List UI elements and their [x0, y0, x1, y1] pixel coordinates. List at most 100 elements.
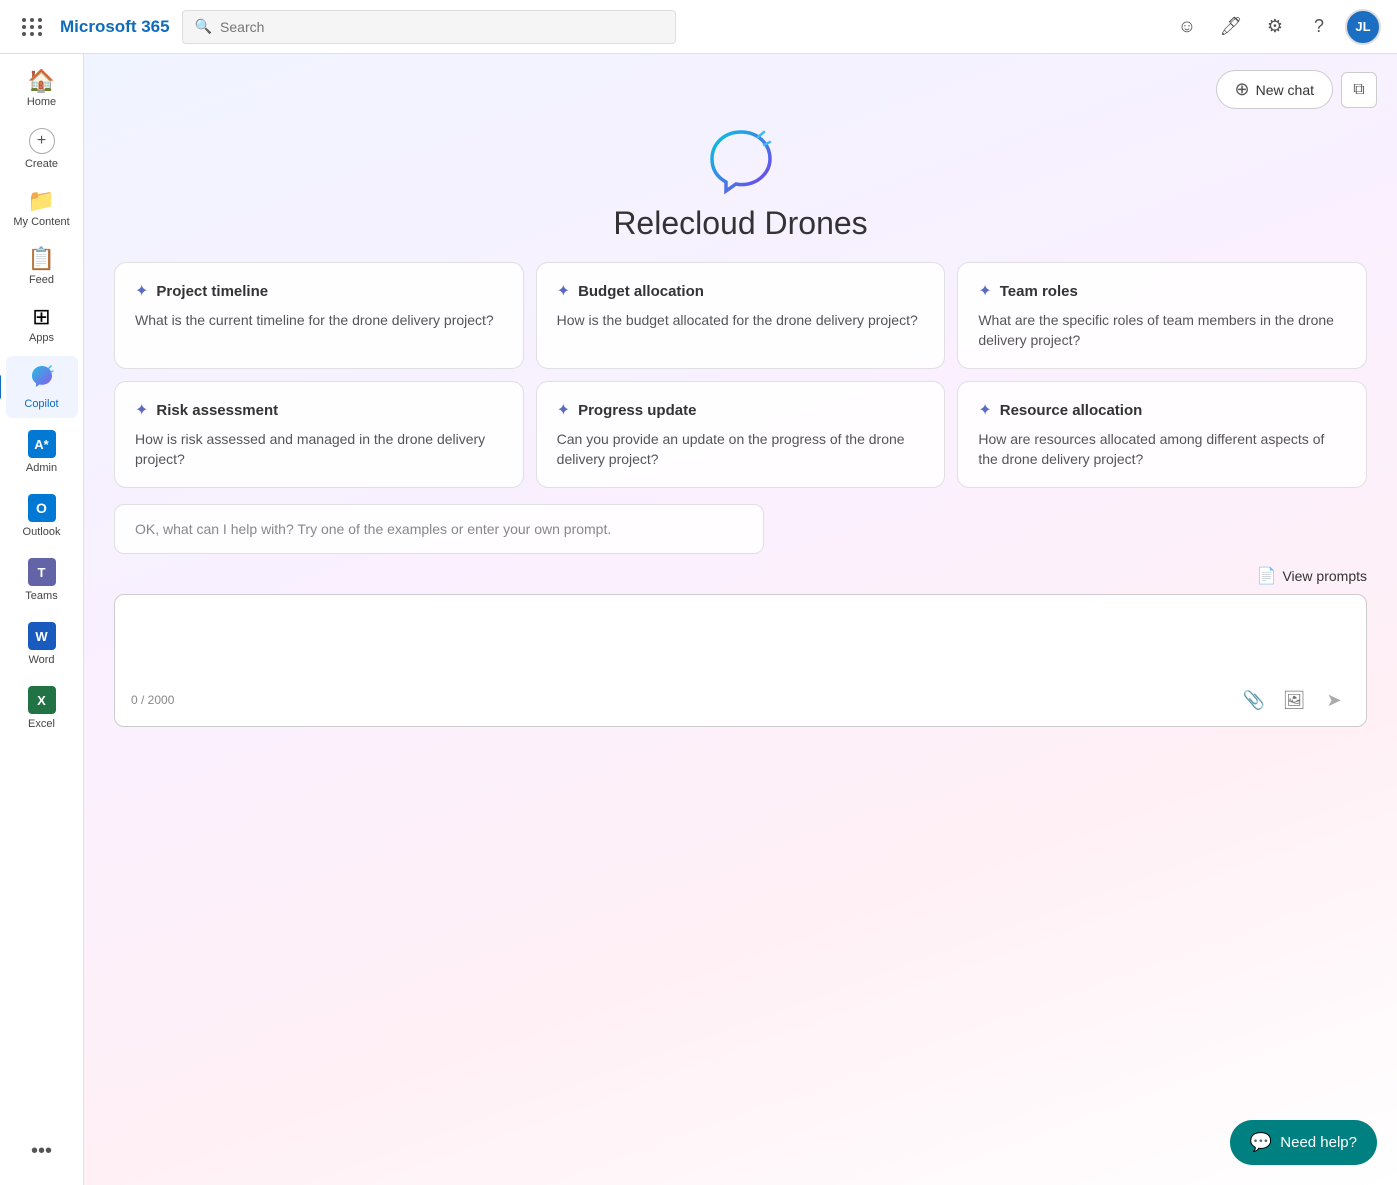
sidebar-item-word[interactable]: W Word — [6, 614, 78, 674]
search-bar[interactable]: 🔍 — [182, 10, 677, 44]
magic-icon: ✦ — [978, 281, 991, 301]
more-icon: ••• — [31, 1141, 52, 1161]
topbar-actions: ☺ 🖊 ⚙ ? JL — [1169, 9, 1381, 45]
card-resource-allocation[interactable]: ✦ Resource allocation How are resources … — [957, 381, 1367, 488]
teams-icon: T — [28, 558, 56, 586]
card-header: ✦ Project timeline — [135, 281, 503, 301]
card-body: How are resources allocated among differ… — [978, 430, 1346, 469]
chat-input-footer: 0 / 2000 📎 🖼 ➤ — [131, 684, 1350, 716]
sidebar-label-my-content: My Content — [13, 216, 69, 228]
sidebar-item-home[interactable]: 🏠 Home — [6, 62, 78, 116]
card-body: How is the budget allocated for the dron… — [557, 311, 925, 331]
sidebar-item-apps[interactable]: ⊞ Apps — [6, 298, 78, 352]
card-body: How is risk assessed and managed in the … — [135, 430, 503, 469]
brand-name: Microsoft 365 — [60, 17, 170, 37]
sidebar: 🏠 Home + Create 📁 My Content 📋 Feed ⊞ Ap… — [0, 54, 84, 1185]
chat-actions: 📎 🖼 ➤ — [1238, 684, 1350, 716]
sidebar-item-copilot[interactable]: Copilot — [6, 356, 78, 418]
card-title: Resource allocation — [1000, 402, 1143, 419]
outlook-icon: O — [28, 494, 56, 522]
sidebar-label-home: Home — [27, 96, 56, 108]
new-chat-label: New chat — [1256, 82, 1314, 98]
prompt-area: OK, what can I help with? Try one of the… — [84, 488, 1397, 562]
emoji-button[interactable]: ☺ — [1169, 9, 1205, 45]
main-layout: 🏠 Home + Create 📁 My Content 📋 Feed ⊞ Ap… — [0, 54, 1397, 1185]
sidebar-item-admin[interactable]: A* Admin — [6, 422, 78, 482]
need-help-label: Need help? — [1280, 1134, 1357, 1151]
chat-input[interactable] — [131, 611, 1350, 671]
need-help-button[interactable]: 💬 Need help? — [1230, 1120, 1377, 1165]
sidebar-more[interactable]: ••• — [6, 1133, 78, 1169]
card-header: ✦ Team roles — [978, 281, 1346, 301]
send-button[interactable]: ➤ — [1318, 684, 1350, 716]
prompt-suggestion: OK, what can I help with? Try one of the… — [114, 504, 764, 554]
card-team-roles[interactable]: ✦ Team roles What are the specific roles… — [957, 262, 1367, 369]
search-input[interactable] — [220, 19, 663, 35]
card-header: ✦ Risk assessment — [135, 400, 503, 420]
sidebar-label-excel: Excel — [28, 718, 55, 730]
image-button[interactable]: 🖼 — [1278, 684, 1310, 716]
apps-icon: ⊞ — [32, 306, 50, 328]
sidebar-label-create: Create — [25, 158, 58, 170]
card-body: Can you provide an update on the progres… — [557, 430, 925, 469]
copilot-icon — [29, 364, 55, 394]
new-chat-plus-icon: ⊕ — [1235, 79, 1250, 100]
avatar[interactable]: JL — [1345, 9, 1381, 45]
sidebar-item-feed[interactable]: 📋 Feed — [6, 240, 78, 294]
card-risk-assessment[interactable]: ✦ Risk assessment How is risk assessed a… — [114, 381, 524, 488]
content-topbar: ⊕ New chat ⧉ — [84, 54, 1397, 117]
card-title: Team roles — [1000, 283, 1078, 300]
char-count: 0 / 2000 — [131, 693, 174, 707]
magic-icon: ✦ — [557, 400, 570, 420]
topbar: Microsoft 365 🔍 ☺ 🖊 ⚙ ? JL — [0, 0, 1397, 54]
card-header: ✦ Budget allocation — [557, 281, 925, 301]
card-progress-update[interactable]: ✦ Progress update Can you provide an upd… — [536, 381, 946, 488]
sidebar-item-excel[interactable]: X Excel — [6, 678, 78, 738]
sidebar-label-teams: Teams — [25, 590, 57, 602]
card-project-timeline[interactable]: ✦ Project timeline What is the current t… — [114, 262, 524, 369]
card-body: What are the specific roles of team memb… — [978, 311, 1346, 350]
grid-icon[interactable] — [16, 18, 48, 36]
view-prompts[interactable]: 📄 View prompts — [84, 562, 1397, 594]
card-header: ✦ Resource allocation — [978, 400, 1346, 420]
expand-button[interactable]: ⧉ — [1341, 72, 1377, 108]
hero-copilot-icon — [706, 127, 776, 197]
sidebar-label-admin: Admin — [26, 462, 57, 474]
attachment-button[interactable]: 📎 — [1238, 684, 1270, 716]
card-body: What is the current timeline for the dro… — [135, 311, 503, 331]
feed-icon: 📋 — [28, 248, 55, 270]
magic-icon: ✦ — [135, 281, 148, 301]
sidebar-item-create[interactable]: + Create — [6, 120, 78, 178]
cards-grid: ✦ Project timeline What is the current t… — [84, 262, 1397, 488]
home-icon: 🏠 — [28, 70, 55, 92]
help-bubble-icon: 💬 — [1250, 1132, 1272, 1153]
sidebar-item-teams[interactable]: T Teams — [6, 550, 78, 610]
magic-icon: ✦ — [135, 400, 148, 420]
sidebar-item-outlook[interactable]: O Outlook — [6, 486, 78, 546]
sidebar-item-my-content[interactable]: 📁 My Content — [6, 182, 78, 236]
magic-icon: ✦ — [557, 281, 570, 301]
chat-input-area: 0 / 2000 📎 🖼 ➤ — [114, 594, 1367, 727]
prompts-icon: 📄 — [1257, 566, 1277, 586]
card-title: Budget allocation — [578, 283, 704, 300]
content-area: ⊕ New chat ⧉ Relecloud Drones — [84, 54, 1397, 1185]
create-icon: + — [29, 128, 55, 154]
settings-button[interactable]: ⚙ — [1257, 9, 1293, 45]
card-header: ✦ Progress update — [557, 400, 925, 420]
new-chat-button[interactable]: ⊕ New chat — [1216, 70, 1333, 109]
hero-section: Relecloud Drones — [84, 117, 1397, 262]
excel-icon: X — [28, 686, 56, 714]
sidebar-label-word: Word — [28, 654, 54, 666]
search-icon: 🔍 — [195, 18, 212, 35]
my-content-icon: 📁 — [28, 190, 55, 212]
word-icon: W — [28, 622, 56, 650]
sidebar-label-outlook: Outlook — [23, 526, 61, 538]
hero-title: Relecloud Drones — [613, 205, 867, 242]
sidebar-label-copilot: Copilot — [24, 398, 58, 410]
card-budget-allocation[interactable]: ✦ Budget allocation How is the budget al… — [536, 262, 946, 369]
edit-button[interactable]: 🖊 — [1213, 9, 1249, 45]
card-title: Risk assessment — [156, 402, 278, 419]
card-title: Progress update — [578, 402, 696, 419]
help-button[interactable]: ? — [1301, 9, 1337, 45]
magic-icon: ✦ — [978, 400, 991, 420]
